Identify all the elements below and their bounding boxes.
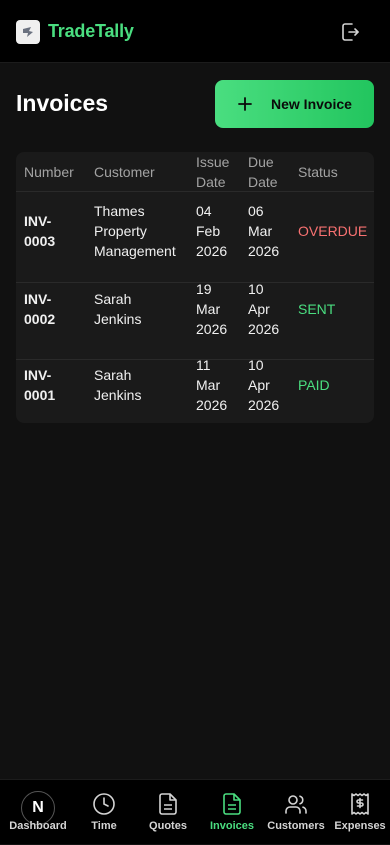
bottom-navigation: N Dashboard Time Quotes Invoices Custome… xyxy=(0,779,390,844)
brand-name[interactable]: TradeTally xyxy=(48,21,134,42)
invoice-number[interactable]: INV- 0003 xyxy=(24,211,55,251)
clock-icon xyxy=(93,793,115,815)
table-row[interactable]: INV- 0002 Sarah Jenkins 19 Mar 2026 10 A… xyxy=(16,281,374,360)
nav-item-dashboard[interactable]: N Dashboard xyxy=(6,780,70,845)
status-badge: OVERDUE xyxy=(298,223,368,239)
nav-label-dashboard: Dashboard xyxy=(9,820,67,832)
invoice-issue-date: 04 Feb 2026 xyxy=(196,203,228,259)
app-logo[interactable] xyxy=(16,20,40,44)
header-status[interactable]: Status xyxy=(298,162,338,182)
invoice-icon xyxy=(223,793,241,815)
avatar-letter: N xyxy=(32,799,44,816)
table-row[interactable]: INV- 0001 Sarah Jenkins 11 Mar 2026 10 A… xyxy=(16,357,374,423)
nav-label-customers: Customers xyxy=(267,820,325,832)
document-icon xyxy=(159,793,177,815)
invoice-due-date: 06 Mar 2026 xyxy=(248,203,280,259)
invoice-due-date: 10 Apr 2026 xyxy=(248,357,280,413)
invoice-issue-date: 11 Mar 2026 xyxy=(196,357,228,413)
table-header: Number Customer Issue Date Due Date Stat… xyxy=(16,152,374,192)
status-badge: SENT xyxy=(298,301,336,317)
nav-item-expenses[interactable]: Expenses xyxy=(328,780,390,845)
invoice-due-date: 10 Apr 2026 xyxy=(248,281,280,337)
header-due-date[interactable]: Due Date xyxy=(248,152,278,192)
header-issue-date[interactable]: Issue Date xyxy=(196,152,229,192)
new-invoice-label: New Invoice xyxy=(271,96,352,112)
new-invoice-button[interactable]: New Invoice xyxy=(215,80,374,128)
nav-label-quotes: Quotes xyxy=(149,820,187,832)
nav-label-expenses: Expenses xyxy=(334,820,386,832)
plus-icon xyxy=(238,97,252,111)
users-icon xyxy=(285,795,307,814)
header-number[interactable]: Number xyxy=(24,162,74,182)
invoice-number[interactable]: INV- 0001 xyxy=(24,365,55,405)
nav-label-time: Time xyxy=(91,820,117,832)
header-customer[interactable]: Customer xyxy=(94,162,155,182)
page-title: Invoices xyxy=(16,90,109,116)
logout-button[interactable] xyxy=(338,20,362,44)
nav-item-invoices[interactable]: Invoices xyxy=(200,780,264,845)
invoice-issue-date: 19 Mar 2026 xyxy=(196,281,228,337)
app-header: TradeTally xyxy=(0,0,390,63)
nav-item-time[interactable]: Time xyxy=(72,780,136,845)
logo-icon xyxy=(23,27,33,37)
invoice-number[interactable]: INV- 0002 xyxy=(24,289,55,329)
nav-item-quotes[interactable]: Quotes xyxy=(136,780,200,845)
status-badge: PAID xyxy=(298,377,330,393)
logout-icon xyxy=(342,23,359,41)
receipt-icon xyxy=(351,793,369,815)
nav-item-customers[interactable]: Customers xyxy=(264,780,328,845)
invoice-customer: Sarah Jenkins xyxy=(94,291,142,327)
invoice-customer: Thames Property Management xyxy=(94,203,176,259)
table-row[interactable]: INV- 0003 Thames Property Management 04 … xyxy=(16,192,374,283)
invoices-table: Number Customer Issue Date Due Date Stat… xyxy=(16,152,374,423)
nav-label-invoices: Invoices xyxy=(209,820,255,832)
invoice-customer: Sarah Jenkins xyxy=(94,367,142,403)
